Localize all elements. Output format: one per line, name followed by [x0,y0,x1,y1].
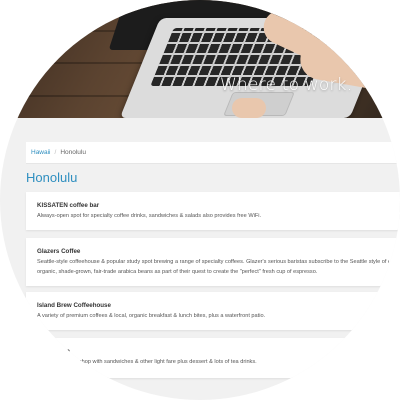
listing-card-partial[interactable]: ...n ...le & shop with sandwiches & othe… [26,338,400,378]
listing-description: A variety of premium coffees & local, or… [37,313,266,319]
breadcrumb-link-hawaii[interactable]: Hawaii [31,149,51,156]
wood-grain [0,62,150,64]
listing-description: Always-open spot for specialty coffee dr… [37,213,262,219]
listing-name[interactable]: Glazers Coffee [37,248,389,255]
page-title: Honolulu [26,170,78,185]
listing-description-line-2: organic, shade-grown, fair-trade arabica… [37,268,318,275]
listing-name[interactable]: Island Brew Coffeehouse [37,302,389,309]
listing-card-kissaten[interactable]: KISSATEN coffee bar Always-open spot for… [26,192,400,230]
listing-name[interactable]: ...n [37,348,389,355]
breadcrumb: Hawaii / Honolulu [26,142,400,164]
breadcrumb-separator: / [54,149,57,156]
page-viewport: Where to work. Hawaii / Honolulu Honolulu … [0,0,400,400]
listing-card-glazers[interactable]: Glazers Coffee Seattle-style coffeehouse… [26,238,400,286]
listing-description: ...le & shop with sandwiches & other lig… [63,359,257,365]
hand-left [232,98,266,118]
listing-card-island-brew[interactable]: Island Brew Coffeehouse A variety of pre… [26,292,400,330]
hero-title: Where to work. [220,75,353,95]
hero-banner: Where to work. [0,0,400,118]
wood-grain [0,30,130,32]
listing-name[interactable]: KISSATEN coffee bar [37,202,389,209]
breadcrumb-current: Honolulu [60,149,86,156]
listing-description-line-1: Seattle-style coffeehouse & popular stud… [37,259,389,265]
